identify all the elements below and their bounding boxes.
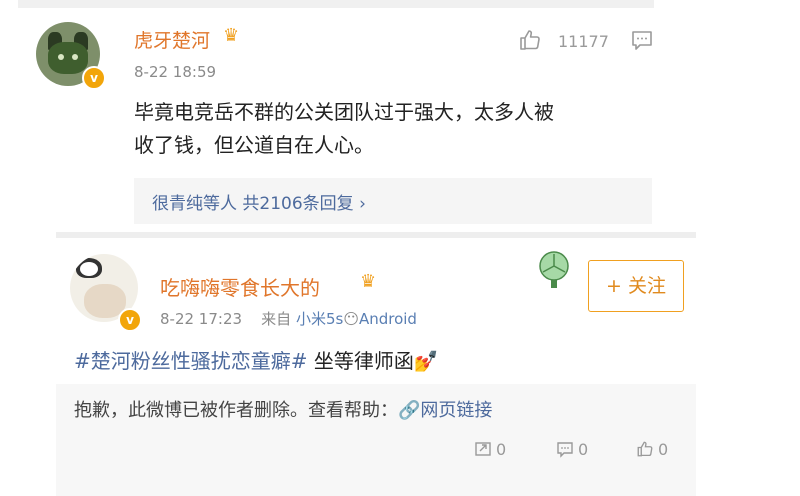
like-count: 11177 [558,32,609,51]
like-stat[interactable]: 0 [636,440,668,459]
divider [18,0,654,8]
emoji-icon: 😶 [343,310,359,328]
verified-badge-icon: v [118,308,142,332]
source-device[interactable]: 小米5s [296,310,343,328]
replies-box[interactable]: 很青纯等人 共2106条回复 › [134,178,652,224]
hashtag-link[interactable]: #楚河粉丝性骚扰恋童癖# [74,349,308,373]
deleted-repost-box: 抱歉，此微博已被作者删除。查看帮助：🔗网页链接 0 0 0 [56,384,696,496]
deleted-notice-text: 抱歉，此微博已被作者删除。查看帮助： [74,400,398,421]
user-name[interactable]: 吃嗨嗨零食长大的 [160,272,320,301]
source-prefix: 来自 [261,310,292,328]
emoji-icon: 💅 [413,349,439,373]
comment-text: 毕竟电竞岳不群的公关团队过于强大，太多人被 收了钱，但公道自在人心。 [134,96,654,162]
reply-icon[interactable] [630,28,654,52]
background-area [654,0,800,232]
comment-icon [557,442,573,458]
avatar-eye [72,54,78,60]
repost-icon [475,442,491,456]
follow-area: + 关注 [526,246,686,312]
like-count: 0 [658,440,669,459]
divider [56,232,696,238]
like-icon [637,441,653,457]
post-text-body: 坐等律师函 [307,349,414,373]
user-name[interactable]: 虎牙楚河 [134,26,210,53]
comment-text-line: 收了钱，但公道自在人心。 [134,133,374,157]
help-link[interactable]: 网页链接 [420,400,492,421]
post-meta: 8-22 17:23 来自 小米5s😶Android [160,308,417,329]
verified-badge-icon: v [82,66,106,90]
deleted-notice: 抱歉，此微博已被作者删除。查看帮助：🔗网页链接 [74,396,492,422]
follow-button[interactable]: + 关注 [588,260,684,312]
replies-summary[interactable]: 很青纯等人 共2106条回复 › [152,189,366,214]
comment-stat[interactable]: 0 [556,440,588,459]
repost-count: 0 [496,440,507,459]
post-card: v 吃嗨嗨零食长大的 ♛ 8-22 17:23 来自 小米5s😶Android … [56,232,696,496]
timestamp: 8-22 17:23 [160,310,243,328]
like-icon[interactable] [518,28,542,52]
comment-count: 0 [578,440,589,459]
source-suffix[interactable]: Android [359,310,417,328]
crown-icon: ♛ [360,271,377,292]
background-area [696,232,800,496]
repost-stat[interactable]: 0 [474,440,506,459]
comment-card: v 虎牙楚河 ♛ 8-22 18:59 11177 毕竟电竞岳不群的公关团队过于… [18,0,654,234]
fan-decoration-icon [532,248,576,292]
avatar-face [48,42,88,74]
post-text: #楚河粉丝性骚扰恋童癖# 坐等律师函💅 [74,345,439,374]
timestamp: 8-22 18:59 [134,63,217,81]
comment-text-line: 毕竟电竞岳不群的公关团队过于强大，太多人被 [134,100,554,124]
link-icon: 🔗 [398,400,421,421]
avatar-panda-face [80,262,98,276]
crown-icon: ♛ [223,25,240,46]
avatar-eye [58,54,64,60]
